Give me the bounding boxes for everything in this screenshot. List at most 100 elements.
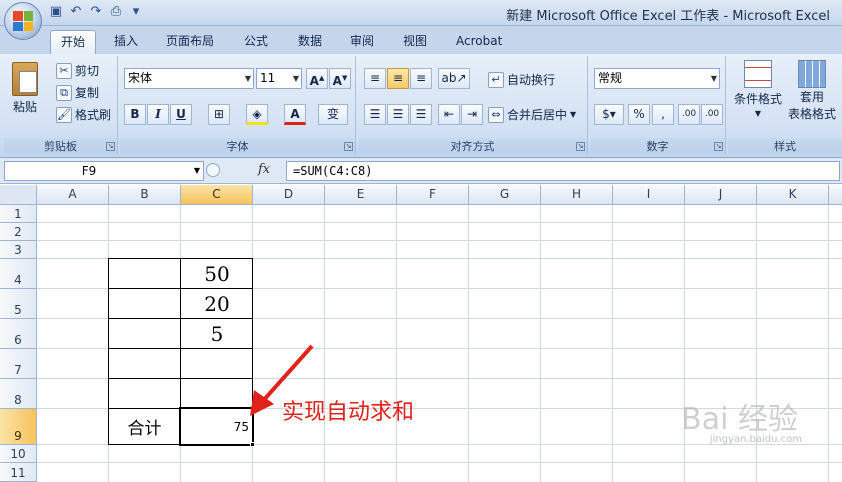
- underline-button[interactable]: U: [170, 104, 192, 125]
- gridline: [324, 205, 325, 482]
- align-center-button[interactable]: ☰: [387, 104, 409, 125]
- name-box[interactable]: F9 ▼: [4, 161, 204, 181]
- tab-view[interactable]: 视图: [393, 30, 437, 54]
- merge-center-button[interactable]: ⇔ 合并后居中 ▼: [488, 106, 576, 123]
- column-header[interactable]: J: [685, 185, 757, 205]
- cut-button[interactable]: ✂ 剪切: [56, 62, 99, 79]
- resize-handle-icon[interactable]: [206, 163, 220, 177]
- percent-button[interactable]: %: [628, 104, 650, 125]
- column-header[interactable]: K: [757, 185, 829, 205]
- customize-qat-icon[interactable]: ▾: [128, 4, 144, 20]
- accounting-format-button[interactable]: $▾: [594, 104, 624, 125]
- cell-b9-total-label[interactable]: 合计: [109, 409, 180, 444]
- dialog-launcher-icon[interactable]: ↘: [106, 142, 115, 151]
- increase-decimal-button[interactable]: .00: [678, 104, 700, 125]
- fill-color-button[interactable]: ◈: [246, 104, 268, 125]
- select-all-button[interactable]: [0, 185, 37, 205]
- align-bottom-button[interactable]: ≡: [410, 68, 432, 89]
- gridline: [612, 205, 613, 482]
- grow-font-button[interactable]: A▲: [306, 68, 328, 89]
- paint-bucket-icon: ◈: [252, 107, 262, 121]
- row-header[interactable]: 7: [0, 349, 37, 379]
- cell-c5[interactable]: 20: [181, 289, 253, 318]
- column-header[interactable]: I: [613, 185, 685, 205]
- row-header[interactable]: 11: [0, 463, 37, 482]
- column-header[interactable]: A: [37, 185, 109, 205]
- undo-icon[interactable]: ↶: [68, 4, 84, 20]
- align-right-icon: ☰: [415, 107, 427, 121]
- tab-review[interactable]: 审阅: [340, 30, 384, 54]
- row-header[interactable]: 1: [0, 205, 37, 223]
- title-bar: ▣ ↶ ↷ ⎙ ▾ 新建 Microsoft Office Excel 工作表 …: [0, 0, 842, 26]
- phonetic-button[interactable]: 变: [318, 104, 348, 125]
- tab-home[interactable]: 开始: [50, 30, 97, 54]
- fill-handle[interactable]: [250, 442, 255, 447]
- column-header[interactable]: E: [325, 185, 397, 205]
- row-header[interactable]: 10: [0, 445, 37, 463]
- align-middle-button[interactable]: ≡: [387, 68, 409, 89]
- row-header[interactable]: 9: [0, 409, 37, 445]
- align-top-icon: ≡: [369, 71, 381, 85]
- conditional-format-icon: [744, 60, 772, 88]
- row-header[interactable]: 2: [0, 223, 37, 241]
- row-header[interactable]: 6: [0, 319, 37, 349]
- row-header[interactable]: 4: [0, 259, 37, 289]
- row-header[interactable]: 3: [0, 241, 37, 259]
- bold-button[interactable]: B: [124, 104, 146, 125]
- align-center-icon: ☰: [392, 107, 404, 121]
- shrink-font-button[interactable]: A▼: [329, 68, 351, 89]
- tab-insert[interactable]: 插入: [104, 30, 148, 54]
- orientation-button[interactable]: ab↗: [438, 68, 470, 89]
- column-header[interactable]: D: [253, 185, 325, 205]
- copy-button[interactable]: ⧉ 复制: [56, 84, 99, 101]
- column-header[interactable]: G: [469, 185, 541, 205]
- decrease-indent-button[interactable]: ⇤: [438, 104, 460, 125]
- wrap-text-button[interactable]: ↵ 自动换行: [488, 71, 555, 88]
- increase-indent-button[interactable]: ⇥: [461, 104, 483, 125]
- chevron-down-icon: ▼: [710, 74, 717, 83]
- align-right-button[interactable]: ☰: [410, 104, 432, 125]
- column-header[interactable]: [829, 185, 842, 205]
- format-painter-button[interactable]: 🖌 格式刷: [56, 106, 111, 123]
- font-name-select[interactable]: 宋体 ▼: [124, 68, 254, 89]
- save-icon[interactable]: ▣: [48, 4, 64, 20]
- redo-icon[interactable]: ↷: [88, 4, 104, 20]
- print-preview-icon[interactable]: ⎙: [108, 4, 124, 20]
- font-size-select[interactable]: 11 ▼: [256, 68, 302, 89]
- cell-c4[interactable]: 50: [181, 259, 253, 288]
- conditional-format-button[interactable]: 条件格式 ▼: [734, 60, 782, 118]
- comma-button[interactable]: ,: [652, 104, 674, 125]
- scissors-icon: ✂: [56, 62, 72, 79]
- align-left-icon: ☰: [369, 107, 381, 121]
- ribbon-tabs: 开始 插入 页面布局 公式 数据 审阅 视图 Acrobat: [0, 26, 842, 54]
- tab-data[interactable]: 数据: [288, 30, 332, 54]
- column-header[interactable]: H: [541, 185, 613, 205]
- format-as-table-button[interactable]: 套用 表格格式: [788, 60, 836, 122]
- formula-bar: F9 ▼ fx =SUM(C4:C8): [0, 158, 842, 184]
- align-left-button[interactable]: ☰: [364, 104, 386, 125]
- column-header[interactable]: C: [181, 185, 253, 205]
- dialog-launcher-icon[interactable]: ↘: [576, 142, 585, 151]
- paste-button[interactable]: 粘贴: [12, 62, 38, 115]
- row-header[interactable]: 5: [0, 289, 37, 319]
- italic-button[interactable]: I: [147, 104, 169, 125]
- tab-page-layout[interactable]: 页面布局: [156, 30, 224, 54]
- decrease-decimal-button[interactable]: .00: [701, 104, 723, 125]
- tab-formulas[interactable]: 公式: [234, 30, 278, 54]
- column-header[interactable]: F: [397, 185, 469, 205]
- borders-button[interactable]: ⊞: [208, 104, 230, 125]
- font-color-button[interactable]: A: [284, 104, 306, 125]
- office-button[interactable]: [4, 2, 42, 40]
- tab-acrobat[interactable]: Acrobat: [446, 30, 512, 54]
- row-header[interactable]: 8: [0, 379, 37, 409]
- table-border: [108, 378, 253, 379]
- dialog-launcher-icon[interactable]: ↘: [344, 142, 353, 151]
- outdent-icon: ⇤: [443, 107, 455, 121]
- dialog-launcher-icon[interactable]: ↘: [714, 142, 723, 151]
- number-format-select[interactable]: 常规 ▼: [594, 68, 720, 89]
- column-header[interactable]: B: [109, 185, 181, 205]
- align-bottom-icon: ≡: [415, 71, 427, 85]
- align-top-button[interactable]: ≡: [364, 68, 386, 89]
- formula-input[interactable]: =SUM(C4:C8): [286, 161, 840, 181]
- insert-function-button[interactable]: fx: [258, 162, 270, 177]
